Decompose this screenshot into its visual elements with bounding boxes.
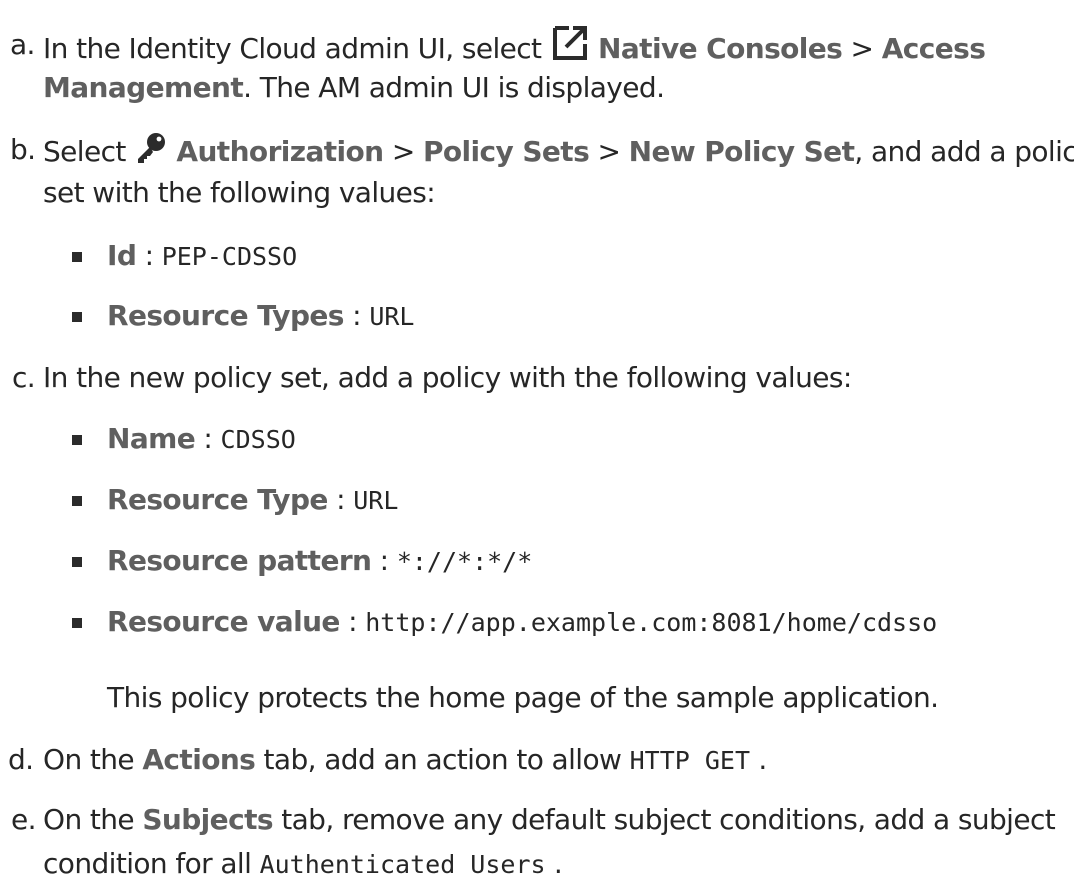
step-e-line2: condition for all Authenticated Users .: [43, 844, 563, 885]
field-value: CDSSO: [220, 425, 296, 454]
step-d-post: .: [750, 743, 767, 776]
subjects-tab-label: Subjects: [142, 803, 273, 836]
field-resource-value: Resource value : http://app.example.com:…: [107, 602, 937, 643]
step-a-line2: Management. The AM admin UI is displayed…: [43, 68, 665, 108]
field-label: Resource pattern: [107, 544, 372, 577]
management-label: Management: [43, 71, 244, 104]
field-resource-type: Resource Type : URL: [107, 480, 398, 521]
breadcrumb-separator: >: [383, 135, 423, 168]
step-b-marker: b.: [10, 133, 36, 166]
field-label: Resource Type: [107, 483, 328, 516]
authorization-label: Authorization: [176, 135, 384, 168]
field-label: Id: [107, 239, 137, 272]
step-e-line2-pre: condition for all: [43, 847, 260, 880]
step-b-text: Select: [43, 135, 135, 168]
new-policy-set-label: New Policy Set: [628, 135, 855, 168]
breadcrumb-separator: >: [842, 32, 882, 65]
step-e-pre: On the: [43, 803, 143, 836]
field-resource-types: Resource Types : URL: [107, 296, 414, 337]
field-value: *://*:*/*: [396, 547, 533, 576]
field-label: Resource Types: [107, 299, 344, 332]
field-id: Id : PEP-CDSSO: [107, 236, 297, 277]
step-d-text: On the Actions tab, add an action to all…: [43, 740, 767, 781]
field-resource-pattern: Resource pattern : *://*:*/*: [107, 541, 532, 582]
external-link-icon: [550, 25, 590, 72]
field-separator: :: [136, 239, 162, 272]
breadcrumb-separator: >: [589, 135, 629, 168]
step-b-post: , and add a policy: [854, 135, 1074, 168]
step-a-post: . The AM admin UI is displayed.: [243, 71, 665, 104]
authenticated-users-code: Authenticated Users: [259, 850, 546, 879]
step-a-text: In the Identity Cloud admin UI, select: [43, 32, 550, 65]
field-value: PEP-CDSSO: [161, 242, 298, 271]
step-c-text: In the new policy set, add a policy with…: [43, 361, 852, 394]
bullet: [72, 252, 82, 262]
step-b-line1: Select Authorization > Policy Sets > New…: [43, 130, 1074, 175]
bullet: [72, 557, 82, 567]
bullet: [72, 618, 82, 628]
policy-sets-label: Policy Sets: [422, 135, 590, 168]
field-value: http://app.example.com:8081/home/cdsso: [365, 608, 938, 637]
actions-tab-label: Actions: [142, 743, 256, 776]
step-e-mid: tab, remove any default subject conditio…: [272, 803, 1056, 836]
step-d-mid: tab, add an action to allow: [255, 743, 630, 776]
step-a-marker: a.: [10, 28, 35, 61]
step-e-post: .: [545, 847, 563, 880]
policy-note: This policy protects the home page of th…: [107, 681, 939, 714]
field-separator: :: [343, 299, 370, 332]
field-name: Name : CDSSO: [107, 419, 296, 460]
bullet: [72, 312, 82, 322]
field-value: URL: [369, 302, 415, 331]
field-separator: :: [195, 422, 221, 455]
step-d-pre: On the: [43, 743, 143, 776]
field-separator: :: [371, 544, 397, 577]
field-separator: :: [327, 483, 354, 516]
field-label: Name: [107, 422, 196, 455]
bullet: [72, 496, 82, 506]
field-separator: :: [339, 605, 366, 638]
access-label: Access: [881, 32, 986, 65]
field-value: URL: [353, 486, 399, 515]
instruction-list: a. In the Identity Cloud admin UI, selec…: [0, 0, 1074, 880]
step-e-line1: On the Subjects tab, remove any default …: [43, 800, 1056, 840]
step-b-line2: set with the following values:: [43, 176, 436, 209]
key-icon: [134, 130, 168, 175]
step-e-marker: e.: [11, 803, 37, 836]
step-c-marker: c.: [12, 361, 36, 394]
http-get-code: HTTP GET: [629, 746, 751, 775]
native-consoles-label: Native Consoles: [598, 32, 843, 65]
field-label: Resource value: [107, 605, 340, 638]
step-d-marker: d.: [8, 743, 34, 776]
bullet: [72, 435, 82, 445]
step-a-line1: In the Identity Cloud admin UI, select N…: [43, 25, 986, 72]
